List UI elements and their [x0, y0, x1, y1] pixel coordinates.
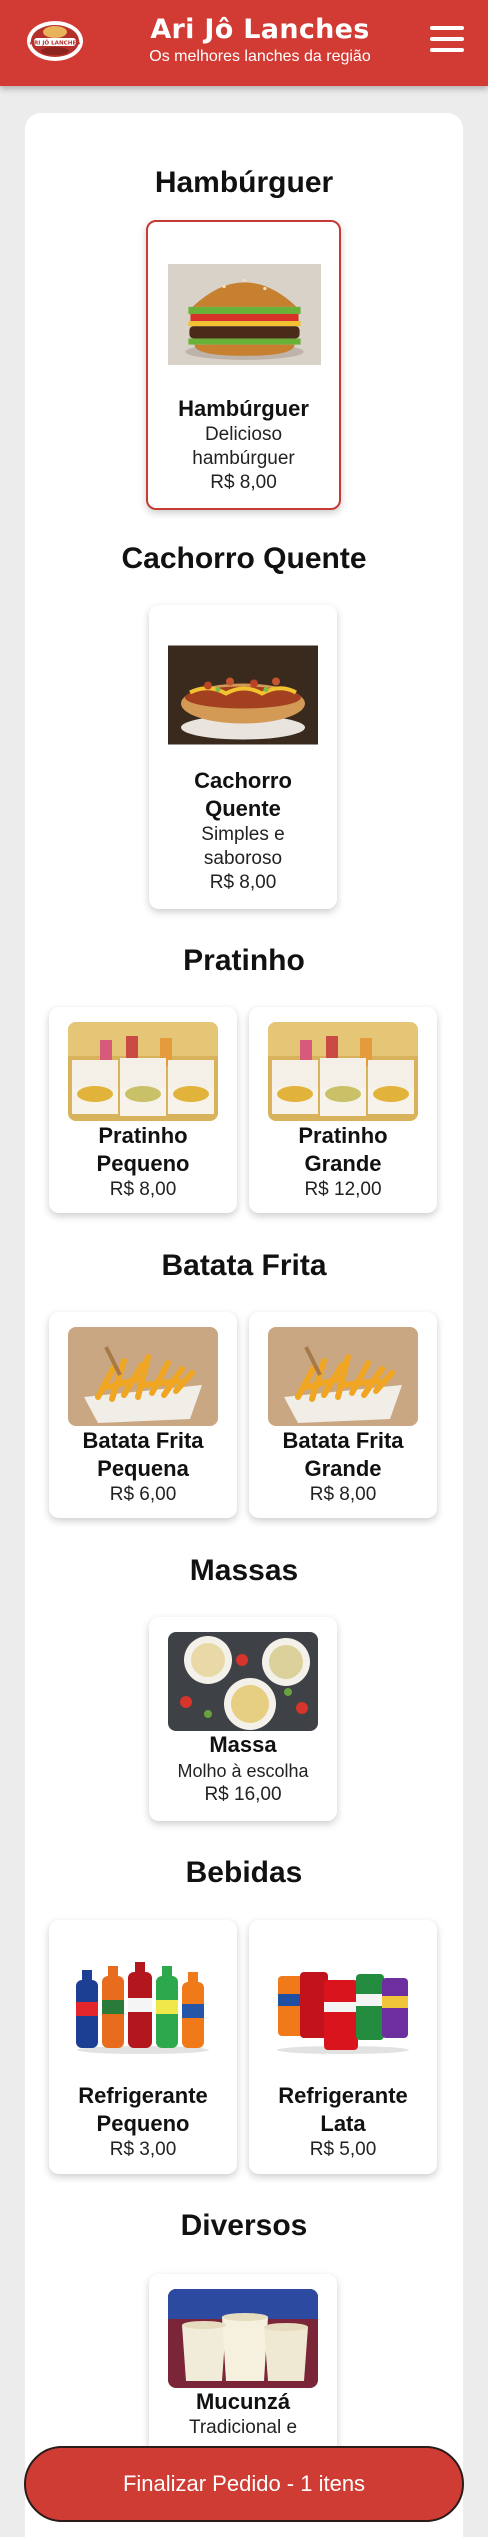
product-price: R$ 16,00 [204, 1784, 282, 1805]
fries-image [68, 1327, 218, 1426]
product-card-refrigerante-pequeno[interactable]: Refrigerante Pequeno R$ 3,00 [49, 1920, 237, 2174]
section-title-diversos: Diversos [180, 2209, 308, 2242]
product-description: Delicioso hambúrguer [192, 424, 295, 469]
product-card-pratinho-grande[interactable]: Pratinho Grande R$ 12,00 [249, 1007, 437, 1213]
section-title-batata-frita: Batata Frita [161, 1249, 327, 1282]
app-subtitle: Os melhores lanches da região [149, 48, 371, 65]
product-price: R$ 8,00 [209, 872, 277, 893]
finish-order-button[interactable]: Finalizar Pedido - 1 itens [24, 2446, 464, 2522]
product-price: R$ 6,00 [109, 1484, 177, 1505]
product-name: Refrigerante Pequeno [78, 2083, 208, 2136]
soda-bottles-image [68, 1935, 218, 2080]
section-title-cachorro-quente: Cachorro Quente [121, 542, 367, 575]
product-card-refrigerante-lata[interactable]: Refrigerante Lata R$ 5,00 [249, 1920, 437, 2174]
product-price: R$ 12,00 [304, 1179, 382, 1200]
product-card-cachorro-quente[interactable]: Cachorro Quente Simples e saboroso R$ 8,… [149, 605, 337, 909]
product-price: R$ 5,00 [309, 2139, 377, 2160]
product-description: Tradicional e [188, 2417, 298, 2438]
product-name: Cachorro Quente [194, 768, 292, 821]
pasta-image [168, 1632, 318, 1731]
product-name: Hambúrguer [178, 396, 309, 421]
product-card-batata-frita-pequena[interactable]: Batata Frita Pequena R$ 6,00 [49, 1312, 237, 1518]
product-name: Refrigerante Lata [278, 2083, 408, 2136]
product-name: Massa [209, 1732, 277, 1757]
plates-image [268, 1022, 418, 1121]
product-name: Pratinho Grande [298, 1123, 388, 1176]
product-price: R$ 8,00 [109, 1179, 177, 1200]
svg-text:ARI JÔ LANCHES: ARI JÔ LANCHES [30, 40, 81, 47]
section-title-hamburguer: Hambúrguer [154, 166, 334, 199]
hamburger-menu-icon[interactable] [430, 26, 464, 56]
product-description: Simples e saboroso [201, 824, 285, 869]
product-name: Batata Frita Grande [282, 1428, 404, 1481]
product-price: R$ 8,00 [210, 472, 277, 493]
app-header: ARI JÔ LANCHES Ari Jô Lanches Os melhore… [0, 0, 488, 86]
product-name: Mucunzá [195, 2389, 291, 2414]
soda-cans-image [268, 1935, 418, 2080]
brand-logo: ARI JÔ LANCHES [27, 21, 83, 61]
plates-image [68, 1022, 218, 1121]
product-card-pratinho-pequeno[interactable]: Pratinho Pequeno R$ 8,00 [49, 1007, 237, 1213]
section-title-pratinho: Pratinho [183, 944, 305, 977]
section-title-bebidas: Bebidas [185, 1856, 303, 1889]
product-price: R$ 8,00 [309, 1484, 377, 1505]
burger-image [168, 236, 321, 393]
mucunza-image [168, 2289, 318, 2388]
product-card-hamburguer[interactable]: Hambúrguer Delicioso hambúrguer R$ 8,00 [146, 220, 341, 510]
product-price: R$ 3,00 [109, 2139, 177, 2160]
product-card-batata-frita-grande[interactable]: Batata Frita Grande R$ 8,00 [249, 1312, 437, 1518]
product-name: Batata Frita Pequena [82, 1428, 204, 1481]
product-card-massa[interactable]: Massa Molho à escolha R$ 16,00 [149, 1617, 337, 1821]
hotdog-image [168, 620, 318, 770]
brand: Ari Jô Lanches Os melhores lanches da re… [110, 14, 410, 66]
product-name: Pratinho Pequeno [96, 1123, 190, 1176]
fries-image [268, 1327, 418, 1426]
app-title: Ari Jô Lanches [150, 14, 370, 45]
product-description: Molho à escolha [177, 1761, 309, 1781]
section-title-massas: Massas [189, 1554, 299, 1587]
